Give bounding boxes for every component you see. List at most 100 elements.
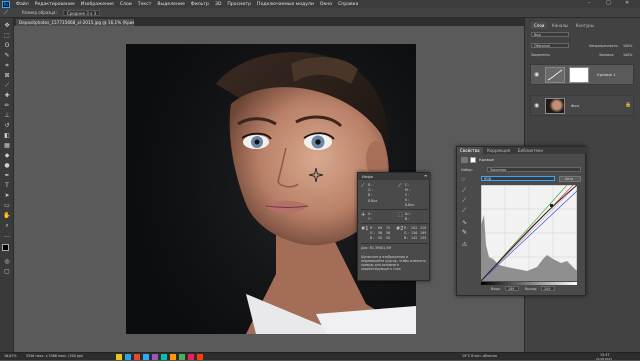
move-tool-icon[interactable]: ✥ bbox=[3, 22, 11, 29]
tab-layers[interactable]: Слои bbox=[531, 22, 548, 29]
menu-select[interactable]: Выделение bbox=[154, 2, 187, 7]
clipping-warning-icon[interactable]: ⚠ bbox=[462, 241, 467, 248]
sampler-2-r2: 220 bbox=[420, 226, 427, 230]
type-tool-icon[interactable]: T bbox=[3, 182, 11, 189]
menu-view[interactable]: Просмотр bbox=[224, 2, 254, 7]
menu-3d[interactable]: 3D bbox=[212, 2, 224, 7]
file-explorer-icon[interactable] bbox=[116, 354, 122, 360]
app-icon[interactable] bbox=[197, 354, 203, 360]
gradient-tool-icon[interactable]: ▦ bbox=[3, 142, 11, 149]
shape-tool-icon[interactable]: ▭ bbox=[3, 202, 11, 209]
menu-file[interactable]: Файл bbox=[13, 2, 32, 7]
clock-date[interactable]: 24.08.2021 bbox=[596, 357, 612, 361]
app-icon[interactable] bbox=[188, 354, 194, 360]
properties-panel: Свойства Коррекция Библиотеки Кривые Наб… bbox=[456, 146, 587, 296]
path-select-icon[interactable]: ➤ bbox=[3, 192, 11, 199]
app-icon[interactable] bbox=[134, 354, 140, 360]
app-icon[interactable] bbox=[161, 354, 167, 360]
sampler-1-b2: 50 bbox=[386, 236, 391, 240]
healing-brush-icon[interactable]: ✚ bbox=[3, 92, 11, 99]
photoshop-logo[interactable]: Ps bbox=[2, 0, 10, 8]
x-label: X : bbox=[368, 212, 373, 216]
menu-plugins[interactable]: Подключаемые модули bbox=[254, 2, 317, 7]
mask-icon[interactable] bbox=[470, 157, 476, 163]
photoshop-taskbar-icon[interactable] bbox=[143, 354, 149, 360]
minimize-icon[interactable]: – bbox=[588, 0, 591, 6]
set-white-point-icon[interactable]: ⟋ bbox=[462, 207, 466, 215]
close-icon[interactable]: ✕ bbox=[625, 0, 629, 6]
illustrator-icon[interactable] bbox=[170, 354, 176, 360]
layer-filter-label: Вид bbox=[534, 33, 541, 37]
lasso-tool-icon[interactable]: ʘ bbox=[3, 42, 11, 49]
quick-select-tool-icon[interactable]: ✎ bbox=[3, 52, 11, 59]
tab-adjustments[interactable]: Коррекция bbox=[484, 147, 513, 154]
pen-tool-icon[interactable]: ✒ bbox=[3, 172, 11, 179]
target-adjust-icon[interactable]: ☞ bbox=[461, 176, 466, 183]
edit-points-icon[interactable]: ∿ bbox=[462, 219, 467, 226]
auto-button[interactable]: Авто bbox=[559, 176, 581, 182]
foreground-color-swatch[interactable] bbox=[2, 244, 9, 251]
pencil-draw-icon[interactable]: ✎ bbox=[462, 229, 467, 236]
opacity-value[interactable]: 100% bbox=[623, 44, 632, 48]
set-gray-point-icon[interactable]: ⟋ bbox=[462, 197, 466, 205]
menu-image[interactable]: Изображение bbox=[78, 2, 117, 7]
tab-libraries[interactable]: Библиотеки bbox=[515, 147, 546, 154]
fill-value[interactable]: 100% bbox=[623, 53, 632, 57]
app-icon[interactable] bbox=[152, 354, 158, 360]
curves-graph[interactable] bbox=[481, 185, 577, 281]
tab-channels[interactable]: Каналы bbox=[549, 22, 571, 29]
eyedropper-icon[interactable]: ⟋ bbox=[3, 82, 11, 89]
layer-row-background[interactable]: ◉ Фон 🔒 bbox=[530, 95, 634, 116]
r-label: R : bbox=[368, 183, 373, 187]
eye-icon[interactable]: ◉ bbox=[534, 102, 539, 109]
divider bbox=[361, 223, 428, 224]
history-brush-icon[interactable]: ↺ bbox=[3, 122, 11, 129]
maximize-icon[interactable]: □ bbox=[606, 0, 611, 6]
more-tools-icon[interactable]: … bbox=[3, 232, 11, 239]
app-icon[interactable] bbox=[179, 354, 185, 360]
hand-tool-icon[interactable]: ✋ bbox=[3, 212, 11, 219]
eyedropper-tool-icon[interactable]: ⟋ bbox=[4, 9, 12, 16]
layer-filter-select[interactable]: Вид bbox=[531, 32, 569, 37]
screen-mode-icon[interactable]: ▢ bbox=[3, 268, 11, 275]
blend-mode-select[interactable]: Обычные bbox=[531, 43, 569, 48]
layer-name[interactable]: Фон bbox=[571, 103, 579, 108]
marquee-tool-icon[interactable]: ⬚ bbox=[3, 32, 11, 39]
input-gradient-bar bbox=[481, 282, 577, 285]
quick-mask-icon[interactable]: ◎ bbox=[3, 258, 11, 265]
menu-text[interactable]: Текст bbox=[135, 2, 155, 7]
brush-tool-icon[interactable]: ✏ bbox=[3, 102, 11, 109]
preset-select[interactable]: Заказная bbox=[487, 167, 581, 172]
document-tab[interactable]: Depositphotos_157715668_xl-2015.jpg @ 16… bbox=[16, 19, 134, 26]
menu-edit[interactable]: Редактирование bbox=[32, 2, 78, 7]
browser-icon[interactable] bbox=[125, 354, 131, 360]
layer-name[interactable]: Кривые 1 bbox=[597, 72, 616, 77]
input-field[interactable]: 189 bbox=[505, 286, 519, 291]
stamp-tool-icon[interactable]: ⊥ bbox=[3, 112, 11, 119]
set-black-point-icon[interactable]: ⟋ bbox=[462, 187, 466, 195]
menu-filter[interactable]: Фильтр bbox=[188, 2, 212, 7]
layer-mask-thumbnail[interactable] bbox=[569, 67, 589, 83]
menu-window[interactable]: Окно bbox=[317, 2, 335, 7]
eye-icon[interactable]: ◉ bbox=[534, 71, 539, 78]
taskbar-apps bbox=[116, 354, 203, 360]
preset-value: Заказная bbox=[490, 168, 507, 172]
output-field[interactable]: 209 bbox=[541, 286, 555, 291]
layer-row-curves[interactable]: ◉ Кривые 1 bbox=[530, 64, 634, 85]
weather-widget[interactable]: 19°C В осн. облачно bbox=[462, 354, 497, 358]
panel-menu-icon[interactable]: ≡ bbox=[424, 173, 427, 178]
crop-tool-icon[interactable]: ⌗ bbox=[3, 62, 11, 69]
menu-layers[interactable]: Слои bbox=[117, 2, 135, 7]
zoom-level[interactable]: 16,67% bbox=[4, 354, 17, 358]
tab-properties[interactable]: Свойства bbox=[457, 147, 483, 154]
channel-select[interactable]: RGB bbox=[481, 176, 555, 181]
blur-tool-icon[interactable]: ◆ bbox=[3, 152, 11, 159]
dodge-tool-icon[interactable]: ● bbox=[3, 162, 11, 169]
tab-paths[interactable]: Контуры bbox=[573, 22, 597, 29]
menu-help[interactable]: Справка bbox=[335, 2, 361, 7]
sample-size-select[interactable]: Среднее 3 x 3 bbox=[62, 9, 101, 16]
frame-tool-icon[interactable]: ⊠ bbox=[3, 72, 11, 79]
eraser-tool-icon[interactable]: ◧ bbox=[3, 132, 11, 139]
g-label: G : bbox=[368, 188, 373, 192]
zoom-tool-icon[interactable]: ⌕ bbox=[3, 222, 11, 229]
